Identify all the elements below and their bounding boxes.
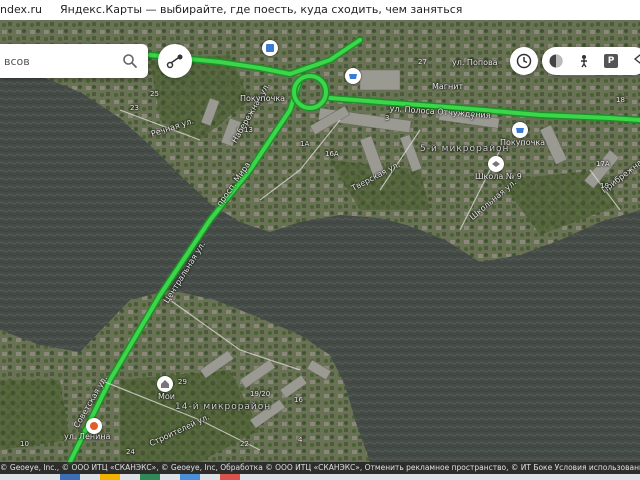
street-label: ул. Попова [452, 58, 498, 67]
house-number: 16 [294, 396, 303, 404]
house-number: 18 [616, 96, 625, 104]
poi-marker[interactable] [262, 40, 278, 56]
layers-icon [549, 54, 563, 68]
tab-title[interactable]: Яндекс.Карты — выбирайте, где поесть, ку… [60, 0, 462, 20]
home-icon [161, 380, 169, 388]
traffic-button[interactable] [510, 47, 538, 75]
house-number: 3 [385, 114, 390, 122]
search-input[interactable] [0, 44, 122, 78]
map-copyright: © Geoeye, Inc., © ООО ИТЦ «СКАНЭКС», © G… [0, 462, 640, 474]
shop-icon [516, 128, 524, 133]
poi-label: Покупочка [240, 94, 286, 103]
street-label: ул. Ленина [64, 432, 111, 441]
pharmacy-icon [90, 422, 98, 430]
taskbar-app-icon[interactable] [60, 474, 80, 480]
house-number: 23 [130, 104, 139, 112]
house-number: 1А [300, 140, 310, 148]
district-label: 5-й микрорайон [420, 144, 510, 154]
house-number: 29 [178, 378, 187, 386]
house-number: 17А [596, 160, 610, 168]
more-button[interactable] [626, 47, 640, 75]
bus-stop-icon [266, 44, 274, 52]
taskbar-app-icon[interactable] [100, 474, 120, 480]
route-icon [166, 54, 183, 69]
poi-marker[interactable] [512, 122, 528, 138]
house-number: 24 [126, 448, 135, 456]
school-icon [492, 161, 500, 167]
shop-icon [349, 74, 357, 79]
forest-patch [0, 380, 70, 450]
parking-button[interactable]: P [598, 47, 626, 75]
house-number: 27 [418, 58, 427, 66]
house-number: 16А [325, 150, 339, 158]
district-label: 14-й микрорайон [175, 402, 272, 412]
house-number: 10 [20, 440, 29, 448]
panorama-icon [581, 55, 587, 68]
route-button[interactable] [158, 44, 192, 78]
poi-label: Покупочка [500, 138, 546, 147]
taskbar-app-icon[interactable] [180, 474, 200, 480]
poi-label: Школа № 9 [475, 172, 522, 181]
poi-marker[interactable] [157, 376, 173, 392]
poi-label: Магнит [432, 82, 464, 91]
more-icon [633, 54, 640, 64]
layers-button[interactable] [542, 47, 570, 75]
taskbar-app-icon[interactable] [140, 474, 160, 480]
clock-icon [516, 53, 532, 69]
poi-marker[interactable] [488, 156, 504, 172]
poi-marker[interactable] [345, 68, 361, 84]
browser-tab-bar: ndex.ru Яндекс.Карты — выбирайте, где по… [0, 0, 640, 20]
house-number: 4 [298, 436, 303, 444]
house-number: 19 [600, 182, 609, 190]
house-number: 19/20 [250, 390, 271, 398]
os-taskbar [0, 474, 640, 480]
house-number: 25 [150, 90, 159, 98]
poi-marker[interactable] [86, 418, 102, 434]
taskbar-app-icon[interactable] [220, 474, 240, 480]
search-icon[interactable] [122, 53, 138, 69]
panorama-button[interactable] [570, 47, 598, 75]
poi-label: Мои [158, 392, 175, 401]
parking-icon: P [604, 54, 618, 68]
house-number: 13 [244, 126, 253, 134]
search-box [0, 44, 148, 78]
tab-url-fragment[interactable]: ndex.ru [0, 0, 42, 20]
map-layer-controls: P [542, 47, 640, 75]
house-number: 22 [240, 440, 249, 448]
house-number: 7 [470, 114, 475, 122]
